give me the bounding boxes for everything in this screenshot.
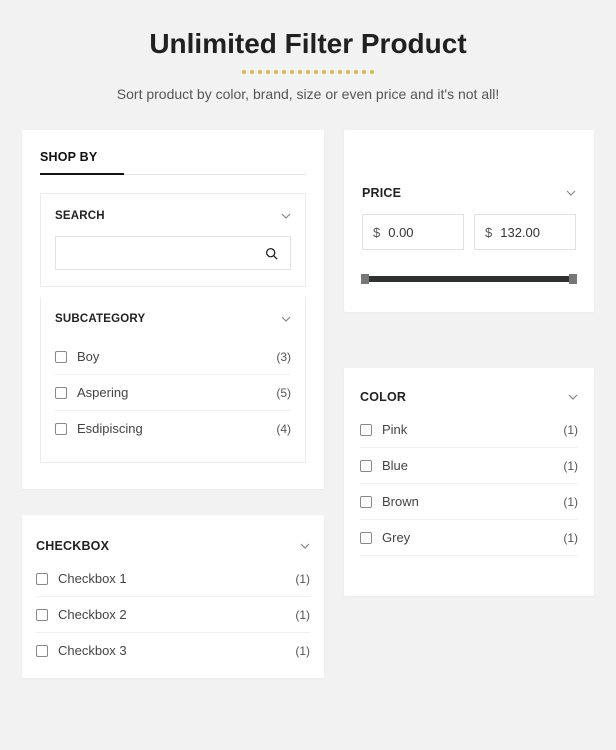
price-max-value: 132.00 [500,225,540,240]
price-min-input[interactable]: $ 0.00 [362,214,464,250]
checkbox-icon [360,424,372,436]
color-header[interactable]: COLOR [360,390,578,404]
checkbox-item-label: Checkbox 3 [58,643,127,658]
search-icon [265,247,278,260]
checkbox-item-count: (1) [295,644,310,658]
checkbox-icon [36,645,48,657]
checkbox-item[interactable]: Checkbox 1 (1) [36,561,310,597]
checkbox-icon [360,532,372,544]
color-item-count: (1) [563,423,578,437]
price-max-input[interactable]: $ 132.00 [474,214,576,250]
color-item[interactable]: Pink (1) [360,412,578,448]
color-item-count: (1) [563,531,578,545]
chevron-down-icon [281,314,291,324]
color-item-label: Grey [382,530,410,545]
subcategory-panel: SUBCATEGORY Boy (3) Aspering (5) Esdipis… [40,297,306,463]
price-slider[interactable] [362,276,576,282]
chevron-down-icon [300,541,310,551]
price-title: PRICE [362,186,401,200]
checkbox-header[interactable]: CHECKBOX [36,539,310,553]
currency-symbol: $ [373,225,380,240]
search-panel-title: SEARCH [55,210,105,222]
checkbox-item-count: (1) [295,572,310,586]
slider-handle-max[interactable] [569,274,577,284]
checkbox-icon [55,423,67,435]
search-button[interactable] [252,237,290,269]
checkbox-icon [36,609,48,621]
checkbox-icon [36,573,48,585]
subcategory-item-count: (4) [276,422,291,436]
checkbox-item[interactable]: Checkbox 2 (1) [36,597,310,633]
page-subtitle: Sort product by color, brand, size or ev… [22,86,594,102]
subcategory-item[interactable]: Aspering (5) [55,375,291,411]
search-panel-header[interactable]: SEARCH [55,210,291,222]
chevron-down-icon [568,392,578,402]
subcategory-item[interactable]: Boy (3) [55,339,291,375]
color-item-label: Brown [382,494,419,509]
checkbox-item-count: (1) [295,608,310,622]
checkbox-item-label: Checkbox 1 [58,571,127,586]
slider-handle-min[interactable] [361,274,369,284]
chevron-down-icon [566,188,576,198]
search-box [55,236,291,270]
subcategory-item[interactable]: Esdipiscing (4) [55,411,291,446]
checkbox-item-label: Checkbox 2 [58,607,127,622]
subcategory-panel-title: SUBCATEGORY [55,313,145,325]
search-panel: SEARCH [40,193,306,287]
search-input[interactable] [56,237,252,269]
color-item-label: Blue [382,458,408,473]
checkbox-card: CHECKBOX Checkbox 1 (1) Checkbox 2 (1) C… [22,515,324,678]
checkbox-icon [55,351,67,363]
checkbox-item[interactable]: Checkbox 3 (1) [36,633,310,668]
color-item[interactable]: Grey (1) [360,520,578,556]
checkbox-icon [55,387,67,399]
shop-by-title: SHOP BY [40,150,306,175]
price-card: PRICE $ 0.00 $ 132.00 [344,130,594,312]
color-item-label: Pink [382,422,407,437]
subcategory-item-label: Esdipiscing [77,421,143,436]
checkbox-icon [360,496,372,508]
color-item-count: (1) [563,495,578,509]
checkbox-title: CHECKBOX [36,539,109,553]
currency-symbol: $ [485,225,492,240]
price-header[interactable]: PRICE [362,186,576,200]
subcategory-item-count: (5) [276,386,291,400]
chevron-down-icon [281,211,291,221]
page-title: Unlimited Filter Product [22,28,594,60]
color-title: COLOR [360,390,406,404]
color-card: COLOR Pink (1) Blue (1) Brown (1) Grey [344,368,594,596]
price-min-value: 0.00 [388,225,413,240]
subcategory-panel-header[interactable]: SUBCATEGORY [55,313,291,325]
color-item[interactable]: Blue (1) [360,448,578,484]
color-item[interactable]: Brown (1) [360,484,578,520]
divider-dots [22,70,594,74]
subcategory-item-count: (3) [276,350,291,364]
shop-by-card: SHOP BY SEARCH SUBCATEGOR [22,130,324,489]
subcategory-item-label: Boy [77,349,99,364]
color-item-count: (1) [563,459,578,473]
checkbox-icon [360,460,372,472]
subcategory-item-label: Aspering [77,385,128,400]
